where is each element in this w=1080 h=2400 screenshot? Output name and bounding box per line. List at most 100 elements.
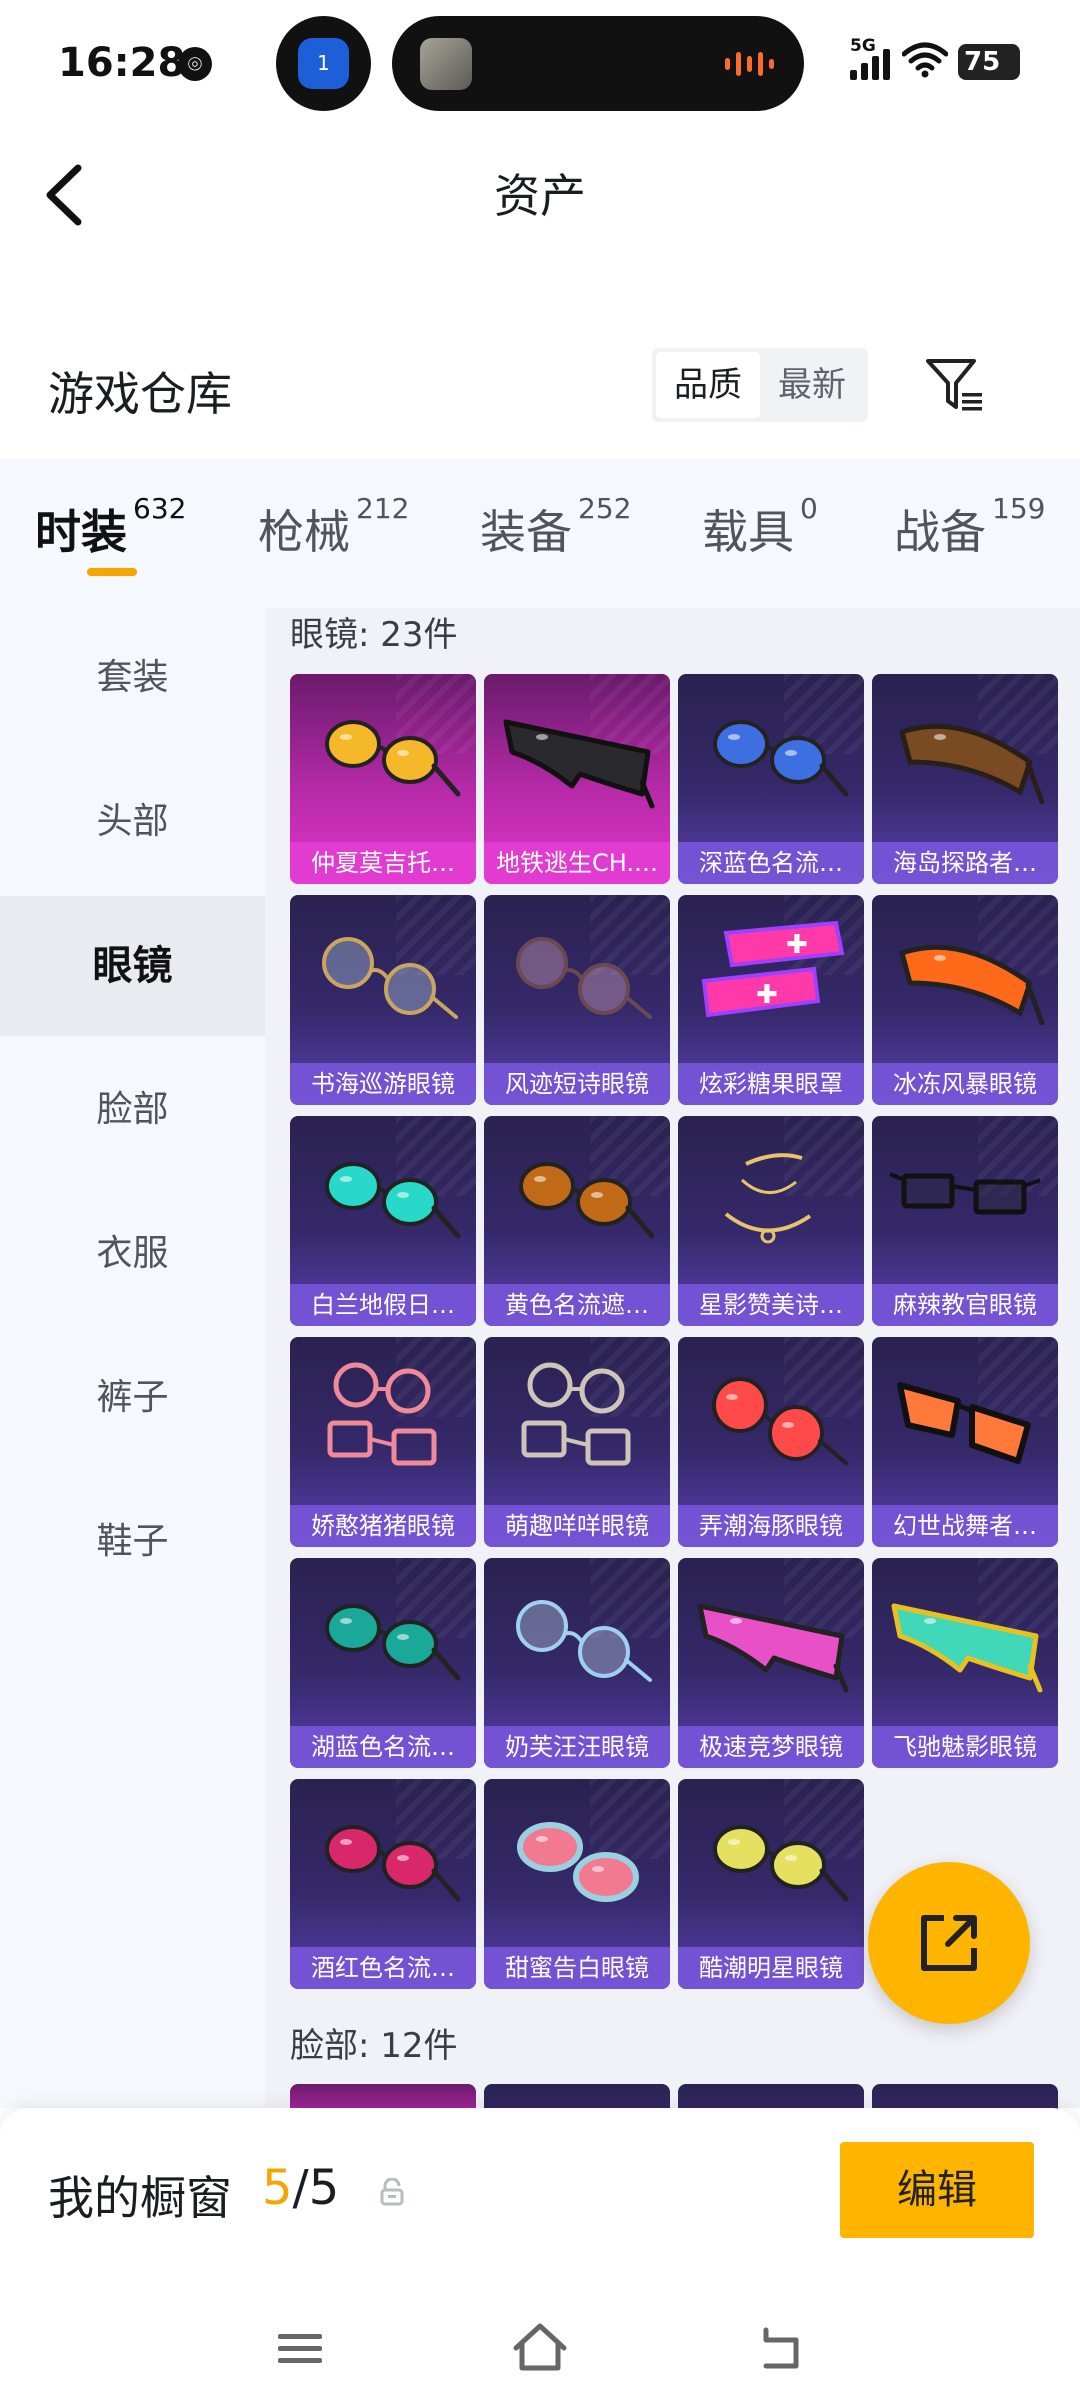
wayfarer-sunglasses-icon (897, 1382, 1031, 1464)
item-card[interactable]: 风迹短诗眼镜 (484, 895, 670, 1105)
sport-sunglasses-icon (898, 944, 1045, 1026)
sidebar-item-clothes[interactable]: 衣服 (0, 1184, 265, 1324)
sidebar-item-head[interactable]: 头部 (0, 752, 265, 892)
round-glasses-icon (516, 937, 652, 1019)
showcase-current: 5 (262, 2160, 293, 2216)
sort-option-newest[interactable]: 最新 (760, 352, 864, 418)
item-card[interactable]: ✚ ✚ 炫彩糖果眼罩 (678, 895, 864, 1105)
vpn-globe-icon: ⌾ (178, 47, 212, 81)
item-name: 飞驰魅影眼镜 (872, 1726, 1058, 1768)
item-card[interactable]: 麻辣教官眼镜 (872, 1116, 1058, 1326)
tab-guns[interactable]: 枪械 212 (258, 492, 409, 562)
item-card[interactable]: 娇憨猪猪眼镜 (290, 1337, 476, 1547)
item-name: 酒红色名流… (290, 1947, 476, 1989)
tab-equipment[interactable]: 装备 252 (480, 492, 631, 562)
menu-lines-icon[interactable] (270, 2318, 330, 2378)
item-card[interactable]: 极速竞梦眼镜 (678, 1558, 864, 1768)
tab-vehicles[interactable]: 载具 0 (702, 492, 818, 562)
sort-toggle: 品质 最新 (652, 348, 868, 422)
page-title: 资产 (494, 169, 586, 223)
subcategory-sidebar: 套装 头部 眼镜 脸部 衣服 裤子 鞋子 (0, 608, 265, 2108)
oval-sunglasses-icon (517, 1822, 639, 1902)
sidebar-item-glasses[interactable]: 眼镜 (0, 896, 265, 1036)
item-card[interactable]: 白兰地假日… (290, 1116, 476, 1326)
item-name: 幻世战舞者… (872, 1505, 1058, 1547)
round-glasses-icon (322, 937, 458, 1019)
section-title-glasses: 眼镜: 23件 (290, 615, 458, 655)
section-title-face: 脸部: 12件 (290, 2026, 458, 2066)
shield-sunglasses-icon (503, 719, 655, 809)
item-name: 海岛探路者… (872, 842, 1058, 884)
broadcast-app-icon: 1 (298, 38, 349, 89)
tab-label: 时装 (35, 505, 127, 559)
filter-funnel-icon[interactable] (924, 355, 986, 415)
item-name: 湖蓝色名流… (290, 1726, 476, 1768)
wifi-icon (902, 42, 948, 78)
tab-count: 632 (133, 492, 187, 525)
tab-combat-gear[interactable]: 战备 159 (894, 492, 1045, 562)
edit-showcase-button[interactable]: 编辑 (840, 2142, 1034, 2238)
asset-page: 16:28 ⌾ 1 5G 75 资产 游戏仓库 品质 最新 时装 632 枪械 … (0, 0, 1080, 2400)
item-name: 星影赞美诗… (678, 1284, 864, 1326)
external-share-icon (921, 1915, 977, 1971)
item-card[interactable]: 书海巡游眼镜 (290, 895, 476, 1105)
sort-option-quality[interactable]: 品质 (656, 352, 760, 418)
live-activity-pill[interactable]: 1 (276, 16, 371, 111)
item-name: 极速竞梦眼镜 (678, 1726, 864, 1768)
shield-sunglasses-icon (697, 1603, 849, 1693)
item-card[interactable]: 仲夏莫吉托… (290, 674, 476, 884)
item-name: 奶芙汪汪眼镜 (484, 1726, 670, 1768)
item-card[interactable]: 萌趣咩咩眼镜 (484, 1337, 670, 1547)
status-bar: 16:28 ⌾ 1 5G 75 (0, 0, 1080, 125)
item-card[interactable]: 地铁逃生CH.… (484, 674, 670, 884)
item-card[interactable]: 幻世战舞者… (872, 1337, 1058, 1547)
item-card[interactable]: 冰冻风暴眼镜 (872, 895, 1058, 1105)
sidebar-item-outfit[interactable]: 套装 (0, 608, 265, 748)
item-name: 白兰地假日… (290, 1284, 476, 1326)
tab-fashion[interactable]: 时装 632 (35, 492, 186, 562)
item-card[interactable]: 黄色名流遮… (484, 1116, 670, 1326)
svg-text:✚: ✚ (756, 980, 778, 1010)
svg-text:✚: ✚ (786, 930, 808, 960)
media-activity-pill[interactable] (392, 16, 804, 111)
cellular-signal-icon: 5G (850, 36, 890, 80)
item-name: 弄潮海豚眼镜 (678, 1505, 864, 1547)
tab-label: 战备 (894, 505, 986, 559)
audio-wave-icon (725, 52, 774, 76)
showcase-total: 5 (308, 2160, 340, 2216)
sidebar-item-pants[interactable]: 裤子 (0, 1328, 265, 1468)
active-tab-indicator (87, 568, 137, 576)
item-card[interactable]: 星影赞美诗… (678, 1116, 864, 1326)
item-card[interactable]: 海岛探路者… (872, 674, 1058, 884)
item-card[interactable]: 酒红色名流… (290, 1779, 476, 1989)
item-card[interactable]: 弄潮海豚眼镜 (678, 1337, 864, 1547)
notification-badge: 1 (317, 51, 330, 75)
aviator-sunglasses-icon (519, 1162, 655, 1239)
tab-label: 载具 (702, 505, 794, 559)
item-card[interactable]: 奶芙汪汪眼镜 (484, 1558, 670, 1768)
stacked-glasses-icon (521, 1362, 631, 1466)
tab-label: 枪械 (258, 505, 350, 559)
battery-icon: 75 (958, 44, 1020, 80)
home-icon[interactable] (510, 2318, 570, 2378)
item-card[interactable]: 深蓝色名流… (678, 674, 864, 884)
system-nav-bar (0, 2300, 1080, 2400)
sidebar-item-face[interactable]: 脸部 (0, 1040, 265, 1180)
item-name: 麻辣教官眼镜 (872, 1284, 1058, 1326)
face-chain-icon (724, 1153, 812, 1244)
item-card[interactable]: 湖蓝色名流… (290, 1558, 476, 1768)
sidebar-item-shoes[interactable]: 鞋子 (0, 1472, 265, 1612)
round-sunglasses-icon (712, 1377, 848, 1465)
lock-icon (380, 2178, 404, 2206)
item-card[interactable]: 甜蜜告白眼镜 (484, 1779, 670, 1989)
aviator-sunglasses-icon (325, 1604, 461, 1681)
item-name: 黄色名流遮… (484, 1284, 670, 1326)
share-fab-button[interactable] (868, 1862, 1030, 2024)
tab-count: 159 (992, 492, 1046, 525)
item-name: 炫彩糖果眼罩 (678, 1063, 864, 1105)
back-nav-icon[interactable] (752, 2318, 812, 2378)
item-card[interactable]: 飞驰魅影眼镜 (872, 1558, 1058, 1768)
network-type: 5G (850, 36, 876, 56)
item-card[interactable]: 酷潮明星眼镜 (678, 1779, 864, 1989)
visor-mask-icon: ✚✚ (701, 920, 845, 1018)
